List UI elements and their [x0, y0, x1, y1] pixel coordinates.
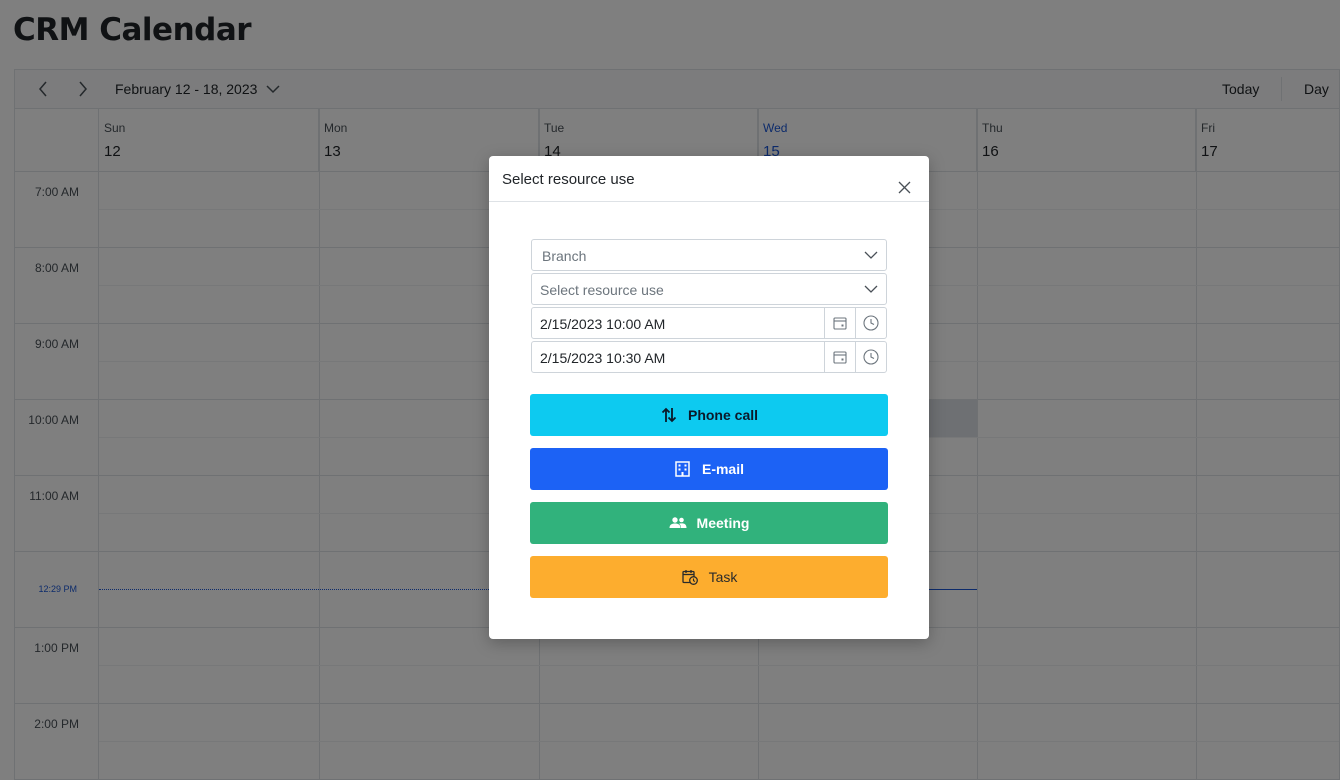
close-button[interactable] — [894, 177, 914, 197]
resource-use-placeholder: Select resource use — [540, 282, 664, 298]
building-icon — [674, 460, 692, 478]
chevron-down-icon — [864, 251, 878, 259]
branch-dropdown[interactable]: Branch — [531, 239, 887, 271]
chevron-down-icon — [864, 285, 878, 293]
start-datetime-picker[interactable]: 2/15/2023 10:00 AM — [531, 307, 887, 339]
email-label: E-mail — [701, 461, 744, 477]
email-button[interactable]: E-mail — [530, 448, 888, 490]
calendar-icon — [833, 317, 847, 330]
meeting-button[interactable]: Meeting — [530, 502, 888, 544]
end-datetime-value: 2/15/2023 10:30 AM — [540, 350, 666, 366]
branch-placeholder: Branch — [542, 248, 587, 264]
resource-use-dropdown[interactable]: Select resource use — [531, 273, 887, 305]
calendar-icon — [833, 351, 847, 364]
start-date-button[interactable] — [824, 307, 855, 339]
end-time-button[interactable] — [855, 341, 886, 373]
clock-icon — [863, 349, 879, 365]
phone-call-button[interactable]: Phone call — [530, 394, 888, 436]
task-button[interactable]: Task — [530, 556, 888, 598]
select-resource-dialog: Select resource use Branch Select resour… — [489, 156, 929, 639]
dialog-title: Select resource use — [502, 171, 635, 188]
dialog-header: Select resource use — [489, 156, 929, 202]
calendar-clock-icon — [681, 568, 699, 586]
arrows-up-down-icon — [660, 406, 678, 424]
people-icon — [669, 514, 687, 532]
close-icon — [898, 181, 910, 193]
start-time-button[interactable] — [855, 307, 886, 339]
task-label: Task — [708, 569, 738, 585]
meeting-label: Meeting — [696, 515, 750, 531]
phone-call-label: Phone call — [687, 407, 759, 423]
end-datetime-picker[interactable]: 2/15/2023 10:30 AM — [531, 341, 887, 373]
clock-icon — [863, 315, 879, 331]
end-date-button[interactable] — [824, 341, 855, 373]
start-datetime-value: 2/15/2023 10:00 AM — [540, 316, 666, 332]
